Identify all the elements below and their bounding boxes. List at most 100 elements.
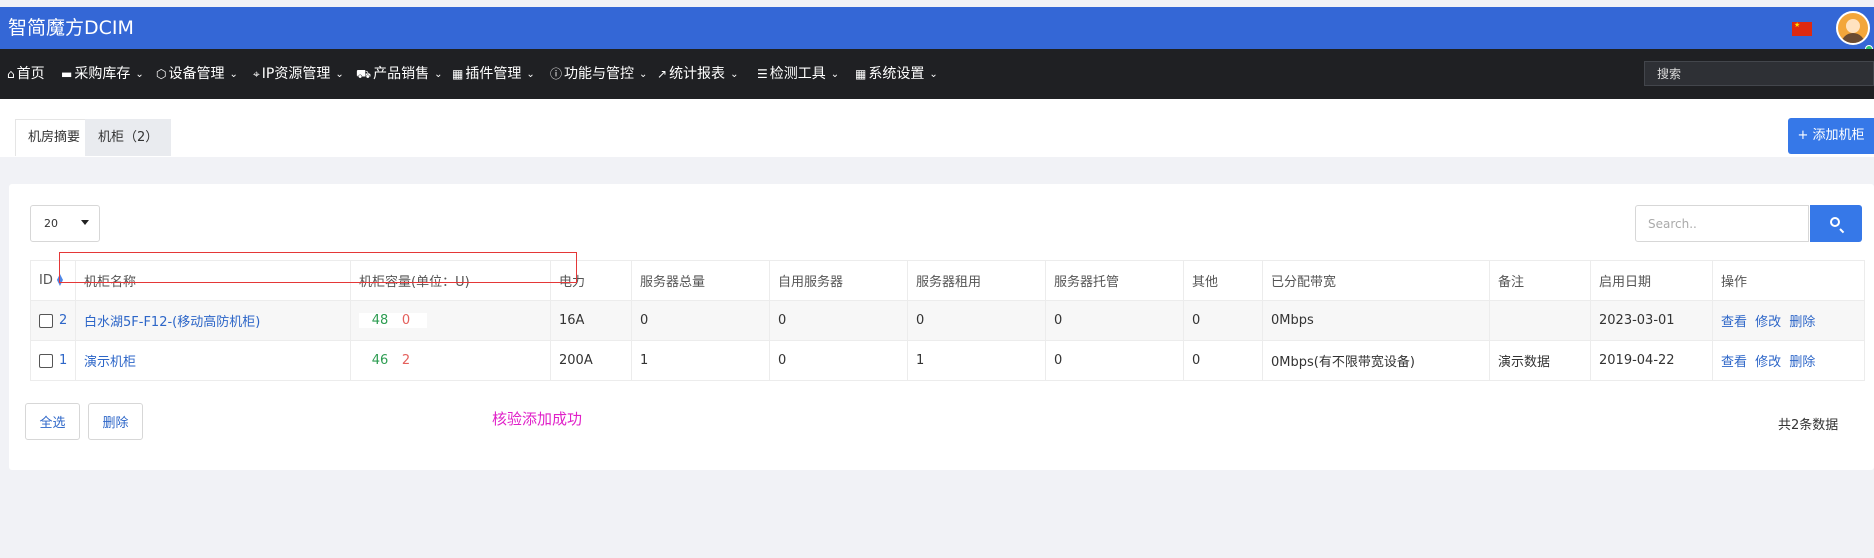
table-cell-power: 16A xyxy=(550,300,632,341)
table-search-input[interactable] xyxy=(1635,205,1809,242)
edit-link[interactable]: 修改 xyxy=(1755,355,1781,370)
total-count: 共2条数据 xyxy=(1778,418,1839,433)
row-checkbox[interactable] xyxy=(39,353,53,368)
verification-message: 核验添加成功 xyxy=(492,410,583,428)
nav-detection-tools-label: 检测工具 xyxy=(769,66,826,82)
delete-link[interactable]: 删除 xyxy=(1789,355,1815,370)
search-icon xyxy=(1830,217,1840,227)
chevron-down-icon: ⌄ xyxy=(434,69,443,80)
nav-product-sales-label: 产品销售 xyxy=(373,66,430,82)
capacity-pair: 48 0 xyxy=(359,313,427,328)
column-rental-servers: 服务器租用 xyxy=(907,260,1046,301)
nav-ip-resource-management-label: IP资源管理 xyxy=(261,66,331,82)
sort-icon[interactable]: ▲ ▼ xyxy=(57,272,63,286)
global-search-input[interactable] xyxy=(1644,61,1874,86)
chevron-down-icon: ⌄ xyxy=(135,69,144,80)
nav-plugin-management-label: 插件管理 xyxy=(465,66,522,82)
cabinet-table: ID ▲ ▼ 机柜名称 机柜容量(单位：U) 电力 服务器总量 自用服务器 服务器租… xyxy=(30,260,1865,381)
table-cell-other: 0 xyxy=(1183,300,1263,341)
nav-purchase-inventory[interactable]: ▬ 采购库存 ⌄ xyxy=(61,65,144,85)
search-button[interactable] xyxy=(1810,205,1862,242)
column-other: 其他 xyxy=(1183,260,1263,301)
edit-link[interactable]: 修改 xyxy=(1755,315,1781,330)
nav-detection-tools[interactable]: ☰ 检测工具 ⌄ xyxy=(757,65,839,85)
view-link[interactable]: 查看 xyxy=(1721,315,1747,330)
row-checkbox[interactable] xyxy=(39,313,53,328)
table-cell-id: 1 xyxy=(30,340,76,381)
delete-link[interactable]: 删除 xyxy=(1789,315,1815,330)
table-cell-server-total: 0 xyxy=(631,300,770,341)
nav-device-management-label: 设备管理 xyxy=(168,66,225,82)
delete-button[interactable]: 删除 xyxy=(88,403,143,440)
nav-system-settings-label: 系统设置 xyxy=(868,66,925,82)
nav-plugin-management[interactable]: ▦ 插件管理 ⌄ xyxy=(452,65,535,85)
chevron-down-icon: ⌄ xyxy=(335,69,344,80)
table-cell-hosting: 0 xyxy=(1045,300,1184,341)
capacity-other: 2 xyxy=(401,353,411,368)
table-cell-capacity: 46 2 xyxy=(350,340,551,381)
column-bandwidth: 已分配带宽 xyxy=(1262,260,1490,301)
column-note: 备注 xyxy=(1489,260,1591,301)
cabinet-name-link[interactable]: 演示机柜 xyxy=(84,355,136,370)
chevron-down-icon: ⌄ xyxy=(526,69,535,80)
chevron-down-icon: ⌄ xyxy=(229,69,238,80)
nav-statistics-reports-label: 统计报表 xyxy=(669,66,726,82)
chevron-down-icon: ⌄ xyxy=(639,69,648,80)
table-cell-self-use: 0 xyxy=(769,340,908,381)
page-size-select[interactable]: 20 xyxy=(30,205,100,242)
table-cell-name: 白水湖5F-F12-(移动高防机柜) xyxy=(75,300,351,341)
nav-device-management[interactable]: ⬡ 设备管理 ⌄ xyxy=(156,65,238,85)
list-icon: ☰ xyxy=(757,67,768,81)
nav-functions-control-label: 功能与管控 xyxy=(564,66,635,82)
table-cell-start-date: 2019-04-22 xyxy=(1590,340,1713,381)
table-cell-bandwidth: 0Mbps(有不限带宽设备) xyxy=(1262,340,1490,381)
column-hosting-servers: 服务器托管 xyxy=(1045,260,1184,301)
tab-cabinets[interactable]: 机柜（2） xyxy=(85,119,172,156)
capacity-used: 46 xyxy=(371,353,389,368)
line-chart-icon: ↗ xyxy=(657,67,668,81)
row-id-link[interactable]: 1 xyxy=(59,353,67,368)
dropdown-arrow-icon xyxy=(81,220,89,225)
view-link[interactable]: 查看 xyxy=(1721,355,1747,370)
table-row: 2 白水湖5F-F12-(移动高防机柜) 48 0 16A 0 0 0 0 0 0… xyxy=(30,300,1865,341)
main-navigation: ⌂ 首页 ▬ 采购库存 ⌄ ⬡ 设备管理 ⌄ ⌖ IP资源管理 ⌄ ⛟ 产品销售 ⌄ ▦ 插件管理 ⌄… xyxy=(0,49,1874,99)
column-id[interactable]: ID ▲ ▼ xyxy=(30,260,76,301)
table-cell-bandwidth: 0Mbps xyxy=(1262,300,1490,341)
table-cell-other: 0 xyxy=(1183,340,1263,381)
nav-home[interactable]: ⌂ 首页 xyxy=(7,65,45,83)
cabinet-name-link[interactable]: 白水湖5F-F12-(移动高防机柜) xyxy=(84,315,260,330)
table-cell-note xyxy=(1489,300,1591,341)
tab-room-summary[interactable]: 机房摘要 xyxy=(15,119,94,156)
user-avatar[interactable] xyxy=(1836,11,1870,45)
table-cell-hosting: 0 xyxy=(1045,340,1184,381)
table-cell-start-date: 2023-03-01 xyxy=(1590,300,1713,341)
inventory-icon: ▬ xyxy=(61,67,73,81)
column-actions: 操作 xyxy=(1712,260,1865,301)
nav-statistics-reports[interactable]: ↗ 统计报表 ⌄ xyxy=(657,65,738,85)
capacity-used: 48 xyxy=(371,313,389,328)
add-cabinet-button[interactable]: + 添加机柜 xyxy=(1788,118,1874,154)
column-id-label: ID xyxy=(39,273,53,288)
tab-bar: 机房摘要 机柜（2） + 添加机柜 xyxy=(0,99,1874,157)
nav-system-settings[interactable]: ▦ 系统设置 ⌄ xyxy=(855,65,938,85)
nav-product-sales[interactable]: ⛟ 产品销售 ⌄ xyxy=(356,65,443,85)
select-all-button[interactable]: 全选 xyxy=(25,403,80,440)
capacity-pair: 46 2 xyxy=(359,353,427,368)
column-cabinet-name: 机柜名称 xyxy=(75,260,351,301)
nav-functions-control[interactable]: ⓘ 功能与管控 ⌄ xyxy=(550,65,647,85)
cube-icon: ⬡ xyxy=(156,67,167,81)
nav-ip-resource-management[interactable]: ⌖ IP资源管理 ⌄ xyxy=(253,65,344,85)
table-cell-id: 2 xyxy=(30,300,76,341)
table-cell-self-use: 0 xyxy=(769,300,908,341)
table-cell-actions: 查看 修改 删除 xyxy=(1712,340,1865,381)
table-cell-actions: 查看 修改 删除 xyxy=(1712,300,1865,341)
home-icon: ⌂ xyxy=(7,67,15,81)
grid-icon: ▦ xyxy=(452,67,464,81)
table-cell-name: 演示机柜 xyxy=(75,340,351,381)
column-power: 电力 xyxy=(550,260,632,301)
table-cell-rental: 0 xyxy=(907,300,1046,341)
chevron-down-icon: ⌄ xyxy=(830,69,840,80)
cart-icon: ⛟ xyxy=(356,67,372,81)
china-flag-icon[interactable] xyxy=(1792,21,1812,36)
row-id-link[interactable]: 2 xyxy=(59,313,67,328)
